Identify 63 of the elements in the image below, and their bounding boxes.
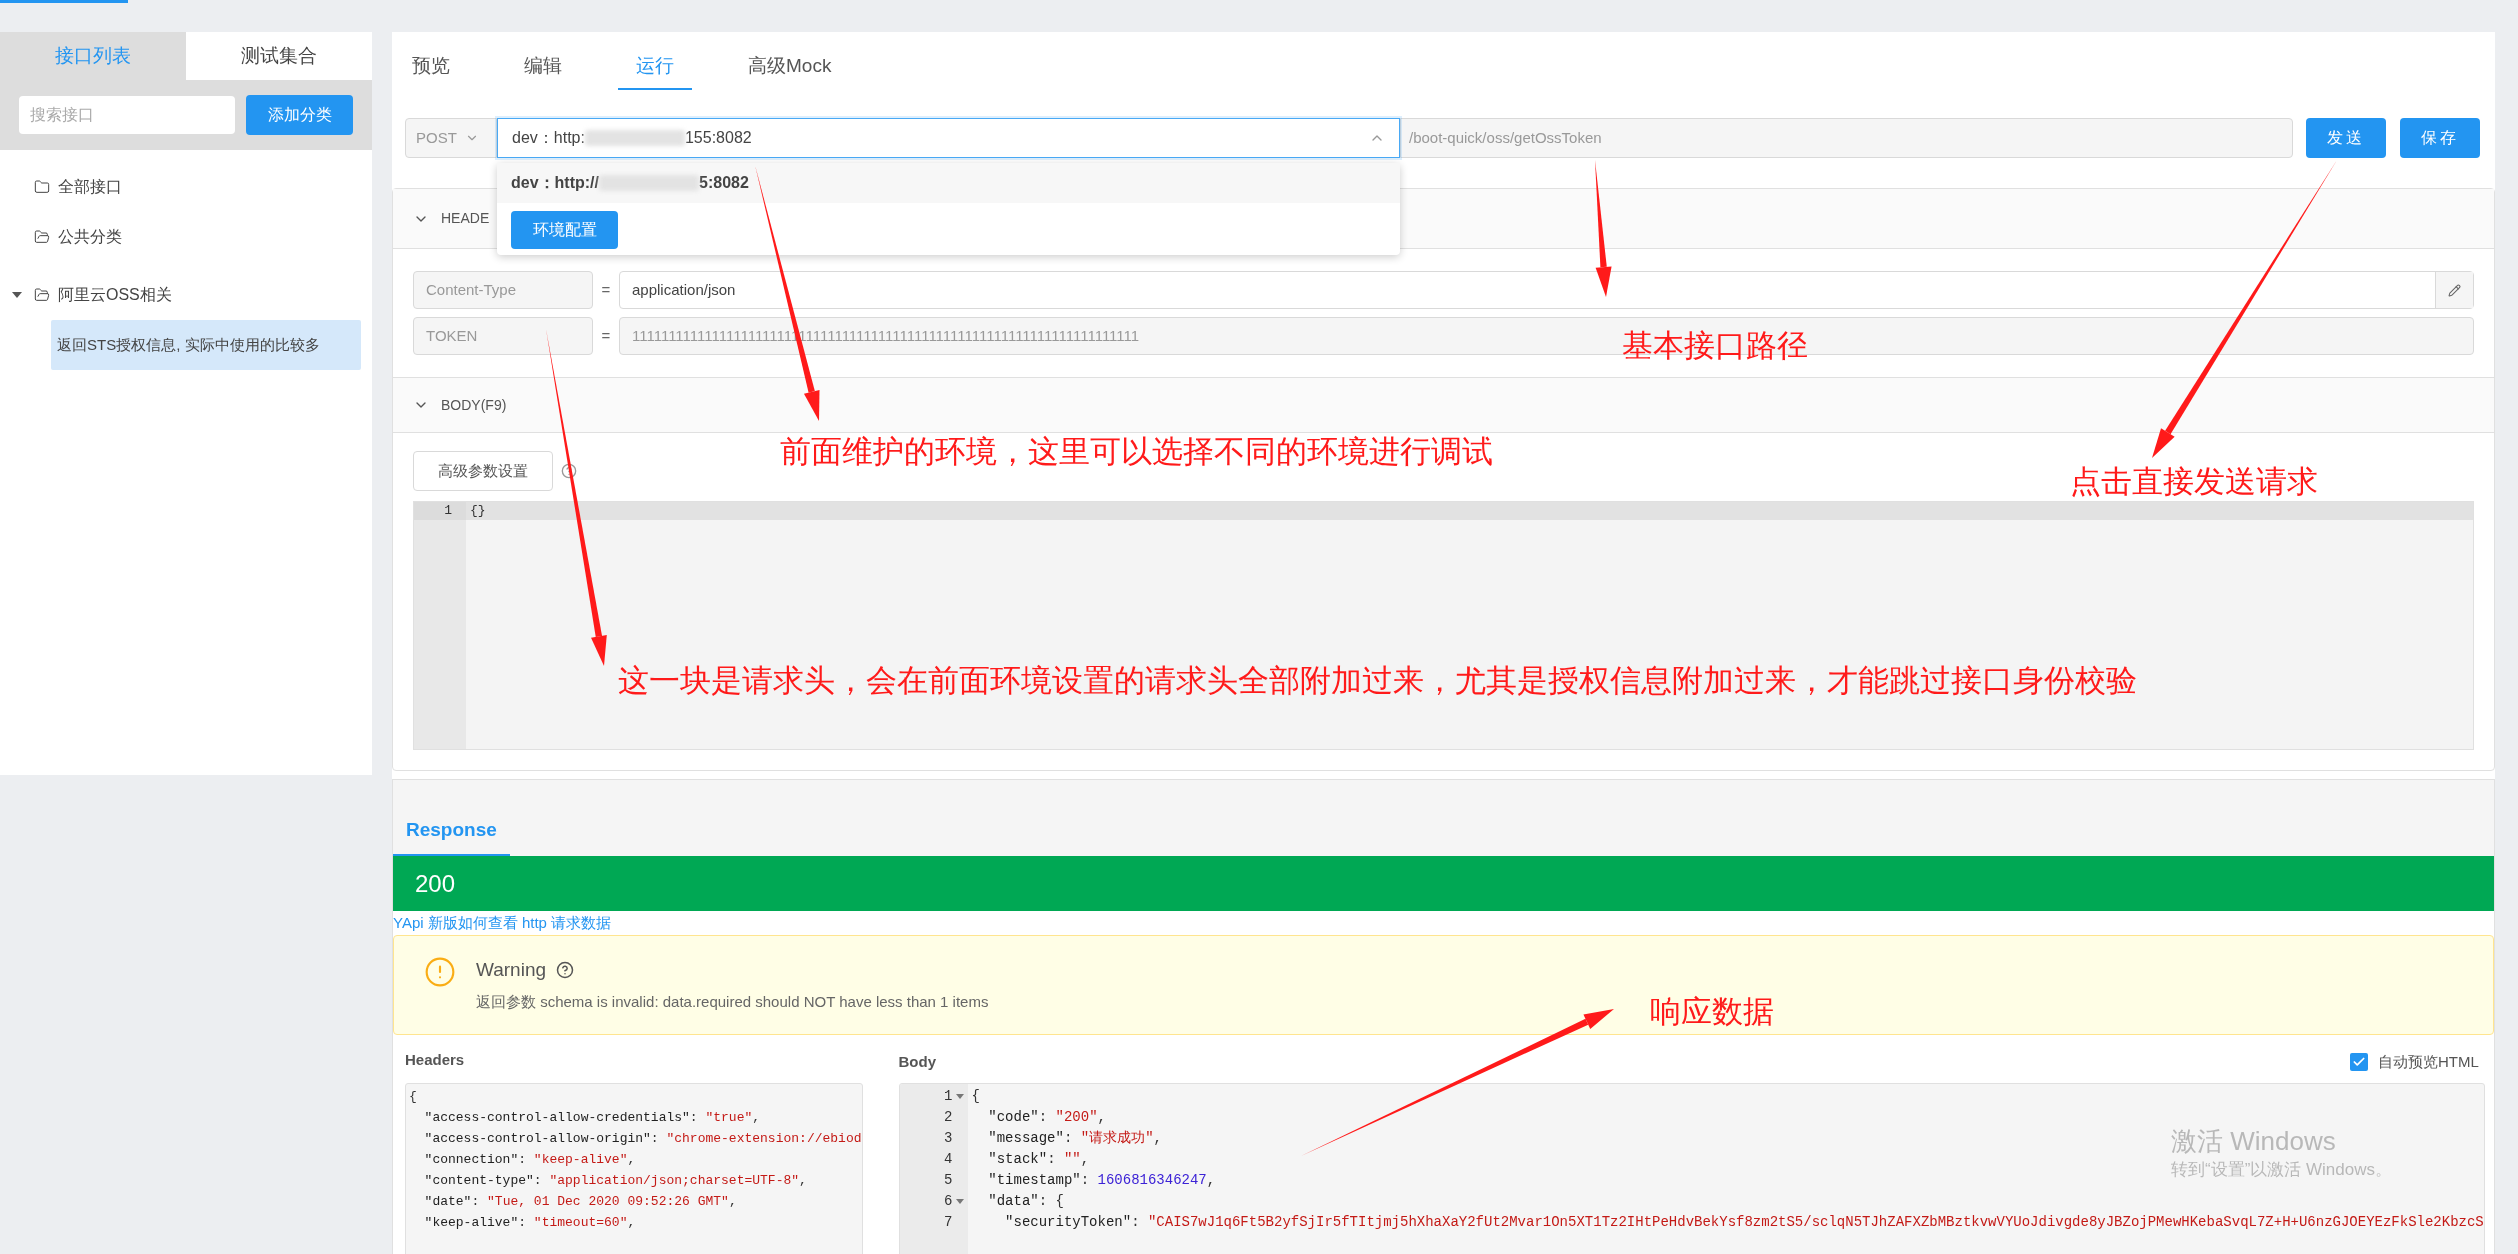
line-number: 2 <box>944 1108 953 1127</box>
code-line: "timestamp": 1606816346247, <box>987 1171 1216 1190</box>
tree-folder[interactable]: 阿里云OSS相关 <box>0 270 372 320</box>
search-field[interactable]: 搜索接口 <box>19 96 235 134</box>
line-number: 6 <box>944 1191 964 1212</box>
checkbox[interactable] <box>2349 1053 2368 1071</box>
tree-item[interactable]: 返回STS授权信息, 实际中使用的比较多 <box>51 320 361 370</box>
code-line: "stack": "", <box>987 1150 1090 1169</box>
environment-option[interactable]: dev：http:// 5:8082 <box>497 163 1400 203</box>
annotation-text: 点击直接发送请求 <box>2070 463 2318 501</box>
line-number: 4 <box>944 1150 953 1169</box>
line-number: 1 <box>944 1086 964 1107</box>
code-line: "date": "Tue, 01 Dec 2020 09:52:26 GMT", <box>423 1193 737 1211</box>
line-number: 3 <box>944 1129 953 1148</box>
equals-sign: = <box>600 279 612 300</box>
code-line: { <box>409 1088 417 1106</box>
annotation-text: 基本接口路径 <box>1622 327 1808 365</box>
annotation-text: 响应数据 <box>1650 993 1774 1031</box>
warning-message: 返回参数 schema is invalid: data.required should NOT have less than 1 items <box>476 991 989 1012</box>
sidebar-tab[interactable]: 测试集合 <box>186 32 372 80</box>
checkbox-label: 自动预览HTML <box>2377 1051 2479 1072</box>
environment-select[interactable]: dev：http: 155:8082 <box>497 118 1400 158</box>
line-number: 1 <box>414 502 466 520</box>
environment-prefix: dev：http: <box>512 128 585 148</box>
check-icon <box>2351 1055 2366 1069</box>
code-line: "data": { <box>987 1192 1064 1211</box>
code-line: "securityToken": "CAIS7wJ1q6Ft5B2yfSjIr5fTItjmj5hXhaXaY2fUt2Mvar1On5XT1Tz2IHtPeHdvBekYsf8zm2tS5/sclqN5TJhZAFXZbMBztkvwVYUoJdivgde8yJBZojPMewHKebaSvqL7Z+H+U6nzGJOEYEzFkSle2KbzcS <box>1004 1213 2484 1232</box>
headers-title: Headers <box>405 1050 466 1070</box>
annotation-text: 这一块是请求头，会在前面环境设置的请求头全部附加过来，尤其是授权信息附加过来，才能跳过接口身份校验 <box>618 662 2137 700</box>
code-line: { <box>971 1087 980 1106</box>
tree-folder[interactable]: 全部接口 <box>0 162 372 212</box>
header-value-field[interactable]: application/json <box>619 271 2474 309</box>
line-number: 7 <box>944 1213 953 1232</box>
environment-suffix: 155:8082 <box>684 128 752 148</box>
folder-icon <box>34 287 50 303</box>
status-bar: 200 <box>393 856 2494 911</box>
warning-title: Warning <box>476 958 547 982</box>
code-line: "code": "200", <box>987 1108 1106 1127</box>
caret-icon <box>12 292 22 298</box>
code-line: "connection": "keep-alive", <box>423 1151 636 1169</box>
activation-notice-title: 激活 Windows <box>2171 1125 2337 1157</box>
code-line: "access-control-allow-origin": "chrome-extension://ebiod <box>423 1130 862 1148</box>
code-line: "content-type": "application/json;charset=UTF-8", <box>423 1172 807 1190</box>
warning-icon <box>424 956 456 988</box>
page-tab[interactable]: 编辑 <box>506 44 580 90</box>
equals-sign: = <box>600 325 612 346</box>
folder-icon <box>34 179 50 195</box>
annotation-text: 前面维护的环境，这里可以选择不同的环境进行调试 <box>780 433 1493 471</box>
activation-notice-text: 转到“设置”以激活 Windows。 <box>2171 1159 2392 1181</box>
pencil-icon <box>2448 283 2461 297</box>
advanced-settings-button[interactable]: 高级参数设置 <box>413 451 553 491</box>
page-tab[interactable]: 高级Mock <box>730 44 850 90</box>
page-tab[interactable]: 预览 <box>394 44 468 90</box>
tree-folder[interactable]: 公共分类 <box>0 212 372 262</box>
line-number: 5 <box>944 1171 953 1190</box>
body-section-header[interactable]: BODY(F9) <box>393 377 2494 433</box>
code-line: "keep-alive": "timeout=60", <box>423 1214 636 1232</box>
code-line: "access-control-allow-credentials": "true", <box>423 1109 761 1127</box>
help-icon[interactable] <box>556 961 575 980</box>
edit-button[interactable] <box>2435 272 2473 308</box>
code-line: "message": "请求成功", <box>987 1129 1162 1148</box>
folder-icon <box>34 229 50 245</box>
body-title: Body <box>898 1051 936 1072</box>
